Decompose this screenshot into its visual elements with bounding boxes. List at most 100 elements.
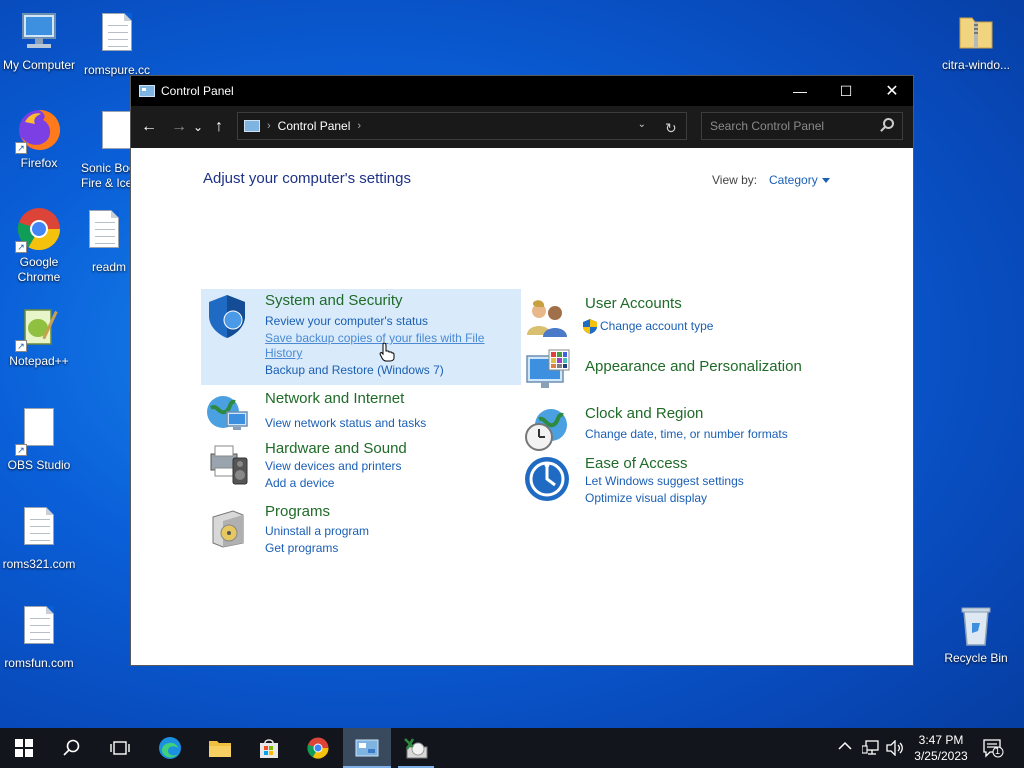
title-bar[interactable]: Control Panel — ☐ ✕ bbox=[131, 76, 913, 106]
link-change-date-time-formats[interactable]: Change date, time, or number formats bbox=[585, 427, 788, 442]
control-panel-icon bbox=[139, 85, 155, 97]
edge-icon bbox=[159, 737, 181, 759]
desktop-icon-roms321[interactable]: roms321.com bbox=[0, 502, 78, 572]
taskbar-control-panel[interactable] bbox=[343, 728, 391, 768]
search-box[interactable] bbox=[701, 112, 903, 140]
desktop-icon-obs[interactable]: ↗ OBS Studio bbox=[0, 403, 78, 473]
category-title[interactable]: Appearance and Personalization bbox=[585, 358, 802, 375]
desktop-icon-label: roms321.com bbox=[2, 557, 76, 571]
recent-locations-button[interactable]: ⌄ bbox=[191, 112, 205, 142]
link-add-device[interactable]: Add a device bbox=[265, 476, 334, 491]
category-title[interactable]: Clock and Region bbox=[585, 405, 703, 422]
page-title: Adjust your computer's settings bbox=[203, 170, 411, 187]
clock-time: 3:47 PM bbox=[918, 733, 964, 747]
forward-button[interactable]: → bbox=[167, 112, 191, 142]
shortcut-arrow-icon: ↗ bbox=[15, 142, 27, 154]
taskbar-app[interactable] bbox=[392, 728, 440, 768]
text-file-icon bbox=[93, 13, 141, 61]
link-change-account-type[interactable]: Change account type bbox=[600, 319, 713, 334]
link-save-backup-file-history[interactable]: Save backup copies of your files with Fi… bbox=[265, 331, 484, 346]
view-by-dropdown[interactable]: Category bbox=[769, 173, 830, 187]
search-input[interactable] bbox=[710, 119, 880, 133]
up-button[interactable]: ↑ bbox=[207, 112, 231, 142]
desktop-icon-notepadpp[interactable]: ↗ Notepad++ bbox=[0, 304, 78, 369]
control-panel-icon bbox=[355, 739, 379, 757]
desktop-icon-label: citra-windo... bbox=[941, 58, 1011, 72]
shortcut-arrow-icon: ↗ bbox=[15, 340, 27, 352]
computer-icon bbox=[15, 8, 63, 56]
volume-tray-button[interactable] bbox=[886, 739, 904, 759]
link-optimize-visual-display[interactable]: Optimize visual display bbox=[585, 491, 707, 506]
category-title[interactable]: Programs bbox=[265, 503, 330, 520]
link-review-status[interactable]: Review your computer's status bbox=[265, 314, 428, 329]
taskbar-edge[interactable] bbox=[146, 728, 194, 768]
link-backup-restore[interactable]: Backup and Restore (Windows 7) bbox=[265, 363, 444, 378]
desktop-icon-romspure[interactable]: romspure.cc bbox=[78, 8, 156, 78]
taskbar-store[interactable] bbox=[245, 728, 293, 768]
desktop-icon-label: My Computer bbox=[2, 58, 76, 72]
refresh-button[interactable]: ↻ bbox=[665, 118, 685, 138]
network-tray-button[interactable] bbox=[861, 740, 880, 759]
link-view-devices-printers[interactable]: View devices and printers bbox=[265, 459, 402, 474]
desktop-icon-firefox[interactable]: ↗ Firefox bbox=[0, 106, 78, 171]
search-icon bbox=[63, 739, 80, 756]
window-title: Control Panel bbox=[161, 84, 234, 98]
ease-of-access-icon bbox=[523, 455, 571, 503]
start-button[interactable] bbox=[0, 728, 48, 768]
desktop-icon-citra[interactable]: citra-windo... bbox=[936, 8, 1016, 73]
text-file-icon bbox=[80, 210, 128, 258]
category-title[interactable]: Ease of Access bbox=[585, 455, 688, 472]
task-view-icon bbox=[110, 741, 130, 755]
taskbar-chrome[interactable] bbox=[294, 728, 342, 768]
desktop-icon-recycle-bin[interactable]: Recycle Bin bbox=[936, 601, 1016, 666]
zip-folder-icon bbox=[952, 8, 1000, 56]
system-clock[interactable]: 3:47 PM 3/25/2023 bbox=[905, 732, 977, 764]
desktop-icon-label: Google Chrome bbox=[17, 255, 61, 284]
desktop-icon-readme[interactable]: readm bbox=[78, 205, 130, 275]
desktop-icon-my-computer[interactable]: My Computer bbox=[0, 8, 78, 73]
link-save-backup-file-history-cont[interactable]: History bbox=[265, 346, 302, 361]
desktop-icon-romsfun[interactable]: romsfun.com bbox=[0, 601, 78, 671]
link-uninstall-program[interactable]: Uninstall a program bbox=[265, 524, 369, 539]
store-icon bbox=[260, 739, 278, 758]
shield-icon bbox=[203, 292, 251, 340]
desktop-icon-sonic[interactable]: Sonic Boo Fire & Ice bbox=[78, 106, 138, 191]
address-dropdown-button[interactable]: ⌄ bbox=[638, 119, 646, 130]
taskbar-file-explorer[interactable] bbox=[196, 728, 244, 768]
breadcrumb-control-panel[interactable]: Control Panel bbox=[278, 119, 351, 133]
view-by-value: Category bbox=[769, 173, 818, 187]
close-button[interactable]: ✕ bbox=[869, 76, 915, 106]
shortcut-arrow-icon: ↗ bbox=[15, 241, 27, 253]
link-view-network-status[interactable]: View network status and tasks bbox=[265, 416, 426, 431]
category-title[interactable]: User Accounts bbox=[585, 295, 682, 312]
category-title[interactable]: Hardware and Sound bbox=[265, 440, 407, 457]
desktop-icon-label: readm bbox=[92, 260, 127, 274]
desktop-icon-label: OBS Studio bbox=[7, 458, 71, 472]
task-view-button[interactable] bbox=[96, 728, 144, 768]
maximize-button[interactable]: ☐ bbox=[823, 76, 869, 106]
network-globe-icon bbox=[203, 390, 251, 438]
desktop-icon-chrome[interactable]: ↗ Google Chrome bbox=[0, 205, 78, 285]
link-get-programs[interactable]: Get programs bbox=[265, 541, 338, 556]
breadcrumb-separator[interactable]: › bbox=[357, 120, 361, 132]
text-file-icon bbox=[15, 606, 63, 654]
minimize-button[interactable]: — bbox=[777, 76, 823, 106]
address-bar[interactable]: › Control Panel › ⌄ bbox=[237, 112, 687, 140]
category-title[interactable]: System and Security bbox=[265, 292, 403, 309]
link-let-windows-suggest[interactable]: Let Windows suggest settings bbox=[585, 474, 744, 489]
view-by-label: View by: bbox=[712, 173, 758, 187]
category-title[interactable]: Network and Internet bbox=[265, 390, 404, 407]
notification-center-button[interactable]: 1 bbox=[982, 738, 1004, 761]
back-button[interactable]: ← bbox=[137, 112, 161, 142]
chrome-icon bbox=[307, 737, 329, 759]
desktop-icon-label: Firefox bbox=[20, 156, 58, 170]
users-icon bbox=[523, 295, 571, 343]
uac-shield-icon bbox=[583, 319, 597, 339]
speaker-icon bbox=[886, 739, 903, 757]
taskbar: 3:47 PM 3/25/2023 1 bbox=[0, 728, 1024, 768]
show-hidden-icons-button[interactable] bbox=[838, 740, 852, 754]
taskbar-search-button[interactable] bbox=[48, 728, 96, 768]
text-file-icon bbox=[15, 507, 63, 555]
programs-disc-icon bbox=[203, 503, 251, 551]
search-icon[interactable] bbox=[883, 118, 894, 129]
